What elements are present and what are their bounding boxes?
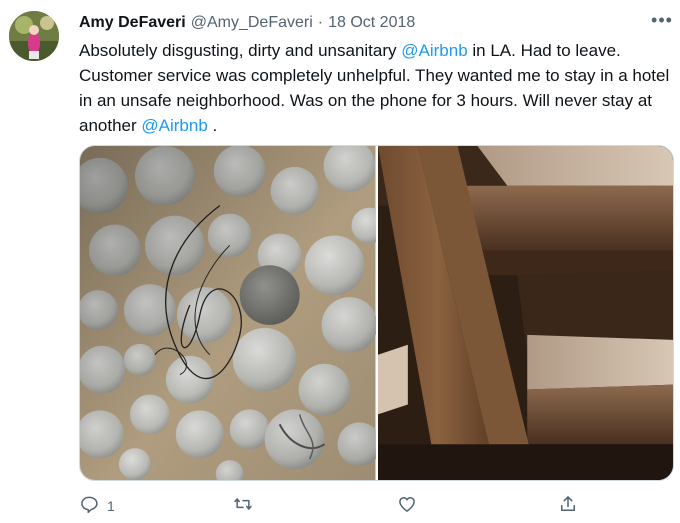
like-button[interactable]: [397, 494, 425, 517]
share-icon: [558, 494, 578, 517]
tweet-text: Absolutely disgusting, dirty and unsanit…: [79, 38, 674, 138]
tweet-header: Amy DeFaveri @Amy_DeFaveri · 18 Oct 2018: [79, 12, 415, 34]
heart-icon: [397, 494, 417, 517]
share-button[interactable]: [558, 494, 578, 517]
tweet-text-part: .: [207, 116, 218, 135]
mention-link[interactable]: @Airbnb: [401, 41, 467, 60]
tweet: Amy DeFaveri @Amy_DeFaveri · 18 Oct 2018…: [0, 0, 680, 523]
mention-link[interactable]: @Airbnb: [141, 116, 207, 135]
media-photo-furniture[interactable]: [377, 146, 673, 480]
reply-button[interactable]: 1: [79, 494, 115, 517]
author-display-name[interactable]: Amy DeFaveri: [79, 14, 186, 32]
media-photo-tiles[interactable]: [80, 146, 376, 480]
tweet-actions: 1: [79, 494, 674, 518]
retweet-icon: [233, 494, 253, 517]
tweet-text-part: Absolutely disgusting, dirty and unsanit…: [79, 41, 402, 60]
author-handle[interactable]: @Amy_DeFaveri: [191, 14, 313, 32]
reply-icon: [79, 494, 99, 517]
more-horizontal-icon[interactable]: •••: [650, 11, 674, 32]
tweet-media: [79, 145, 674, 481]
reply-count: 1: [107, 497, 115, 514]
retweet-button[interactable]: [233, 494, 261, 517]
tweet-date[interactable]: 18 Oct 2018: [328, 14, 415, 32]
separator-dot: ·: [317, 14, 324, 31]
avatar[interactable]: [9, 11, 59, 61]
